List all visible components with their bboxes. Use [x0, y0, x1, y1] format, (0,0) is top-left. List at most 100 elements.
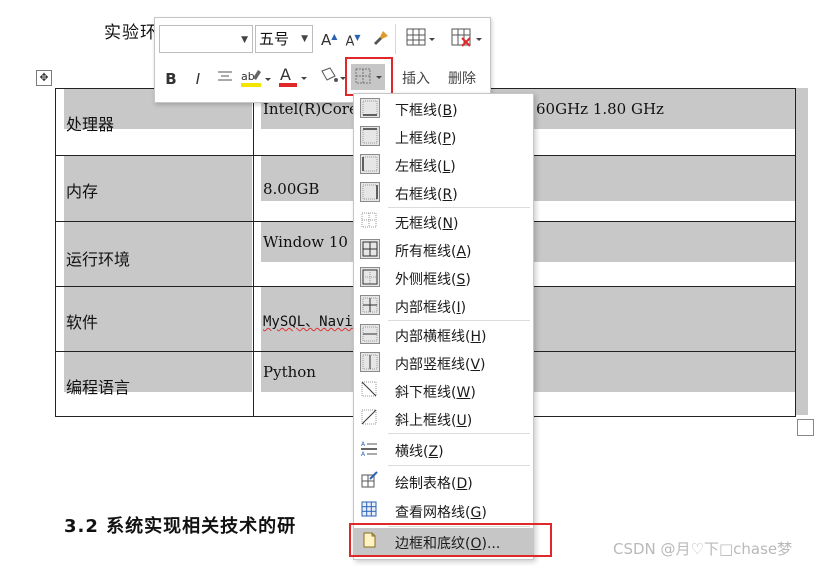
menu-item-bottom-border[interactable]: 下框线(B) [354, 95, 533, 123]
menu-item-label: 绘制表格(D) [395, 476, 473, 492]
menu-item-diagonal-up-border[interactable]: 斜上框线(U) [354, 405, 533, 433]
menu-item-left-border[interactable]: 左框线(L) [354, 151, 533, 179]
menu-item-label: 内部竖框线(V) [395, 357, 486, 373]
highlighter-icon: ab [241, 70, 271, 87]
outside-borders-icon [360, 267, 380, 287]
horizontal-line-icon: AA [360, 439, 380, 459]
table-cell-label[interactable]: 编程语言 [64, 352, 252, 397]
paint-bucket-icon [321, 67, 346, 82]
delete-button[interactable]: 删除 [448, 68, 476, 88]
menu-item-horizontal-line[interactable]: AA 横线(Z) [354, 436, 533, 464]
delete-table-button[interactable] [450, 26, 482, 54]
no-border-icon [360, 211, 380, 231]
menu-item-all-borders[interactable]: 所有框线(A) [354, 236, 533, 264]
toolbar-separator [395, 24, 396, 54]
highlight-button[interactable]: ab [239, 66, 271, 94]
all-borders-icon [360, 239, 380, 259]
diagonal-up-border-icon [360, 408, 380, 428]
menu-item-label: 下框线(B) [395, 103, 458, 119]
column-divider [253, 352, 254, 417]
right-border-icon [360, 182, 380, 202]
format-painter-button[interactable] [371, 28, 391, 52]
menu-item-label: 查看网格线(G) [395, 505, 487, 521]
chevron-down-icon[interactable]: ▼ [241, 35, 248, 45]
top-border-icon [360, 126, 380, 146]
table-resize-handle[interactable] [797, 419, 814, 436]
cell-label-text: 处理器 [66, 115, 115, 134]
svg-text:A: A [361, 441, 366, 448]
annotation-highlight-borders-button [345, 57, 393, 96]
menu-item-label: 所有框线(A) [395, 244, 472, 260]
bold-button[interactable]: B [163, 70, 179, 88]
svg-text:A: A [280, 65, 291, 84]
bottom-border-icon [360, 98, 380, 118]
table-cell-value[interactable]: Window 10 [263, 233, 348, 251]
menu-item-label: 斜上框线(U) [395, 413, 473, 429]
mini-toolbar: ▼ 五号 ▼ A▲ A▼ B I ab A 插入 删除 [154, 17, 491, 103]
shading-button[interactable] [316, 65, 346, 95]
borders-menu: 下框线(B) 上框线(P) 左框线(L) 右框线(R) 无框线(N) 所有框线(… [353, 93, 534, 560]
menu-item-inside-horizontal-border[interactable]: 内部横框线(H) [354, 321, 533, 349]
insert-table-button[interactable] [405, 26, 435, 54]
menu-item-label: 无框线(N) [395, 216, 459, 232]
menu-item-inside-vertical-border[interactable]: 内部竖框线(V) [354, 349, 533, 377]
font-size-combobox[interactable]: 五号 ▼ [255, 25, 313, 53]
annotation-highlight-borders-and-shading [349, 523, 552, 557]
italic-button[interactable]: I [190, 70, 206, 88]
inside-borders-icon [360, 295, 380, 315]
font-color-icon: A [279, 65, 307, 87]
menu-item-view-gridlines[interactable]: 查看网格线(G) [354, 497, 533, 525]
menu-item-label: 斜下框线(W) [395, 385, 476, 401]
table-cell-value[interactable]: MySQL、Navi [263, 311, 353, 331]
column-divider [253, 222, 254, 287]
menu-item-top-border[interactable]: 上框线(P) [354, 123, 533, 151]
menu-item-label: 右框线(R) [395, 187, 458, 203]
menu-item-label: 内部框线(I) [395, 300, 467, 316]
menu-separator [388, 433, 530, 434]
watermark: CSDN @月♡下□chase梦 [613, 540, 793, 558]
menu-item-label: 内部横框线(H) [395, 329, 487, 345]
document-text-fragment: 实验环 [104, 23, 158, 43]
menu-item-draw-table[interactable]: 绘制表格(D) [354, 468, 533, 496]
column-divider [253, 287, 254, 352]
font-color-button[interactable]: A [277, 65, 307, 95]
shrink-font-button[interactable]: A▼ [345, 33, 361, 49]
font-size-value: 五号 [259, 30, 290, 48]
grow-font-button[interactable]: A▲ [321, 31, 337, 49]
align-center-icon [218, 71, 232, 81]
menu-item-outside-borders[interactable]: 外侧框线(S) [354, 264, 533, 292]
inside-vertical-border-icon [360, 352, 380, 372]
cell-label-text: 内存 [66, 182, 99, 201]
table-cell-value[interactable]: Python [263, 363, 316, 381]
section-heading: 3.2 系统实现相关技术的研 [64, 516, 297, 537]
menu-item-label: 横线(Z) [395, 444, 444, 460]
cell-label-text: 软件 [66, 313, 99, 332]
diagonal-down-border-icon [360, 380, 380, 400]
cell-label-text: 编程语言 [66, 378, 131, 397]
table-cell-label[interactable]: 运行环境 [64, 222, 252, 287]
paintbrush-icon [374, 31, 388, 45]
svg-text:A: A [361, 451, 366, 457]
menu-item-no-border[interactable]: 无框线(N) [354, 208, 533, 236]
table-cell-label[interactable]: 软件 [64, 287, 252, 352]
menu-item-inside-borders[interactable]: 内部框线(I) [354, 292, 533, 320]
menu-separator [388, 465, 530, 466]
menu-item-label: 上框线(P) [395, 131, 457, 147]
table-cell-label[interactable]: 内存 [64, 156, 252, 222]
chevron-down-icon[interactable]: ▼ [301, 35, 308, 44]
menu-item-label: 左框线(L) [395, 159, 456, 175]
table-cell-value-tail: 60GHz 1.80 GHz [536, 100, 664, 118]
table-cell-value[interactable]: 8.00GB [263, 180, 319, 198]
menu-item-diagonal-down-border[interactable]: 斜下框线(W) [354, 377, 533, 405]
insert-button[interactable]: 插入 [402, 68, 430, 88]
left-border-icon [360, 154, 380, 174]
inside-horizontal-border-icon [360, 324, 380, 344]
table-delete-icon [451, 28, 482, 47]
menu-item-label: 外侧框线(S) [395, 272, 471, 288]
table-move-handle-icon[interactable]: ✥ [36, 70, 52, 86]
table-edge-shading [796, 88, 808, 415]
font-name-combobox[interactable]: ▼ [159, 25, 253, 53]
view-gridlines-icon [360, 500, 380, 520]
menu-item-right-border[interactable]: 右框线(R) [354, 179, 533, 207]
center-align-button[interactable] [215, 70, 235, 88]
